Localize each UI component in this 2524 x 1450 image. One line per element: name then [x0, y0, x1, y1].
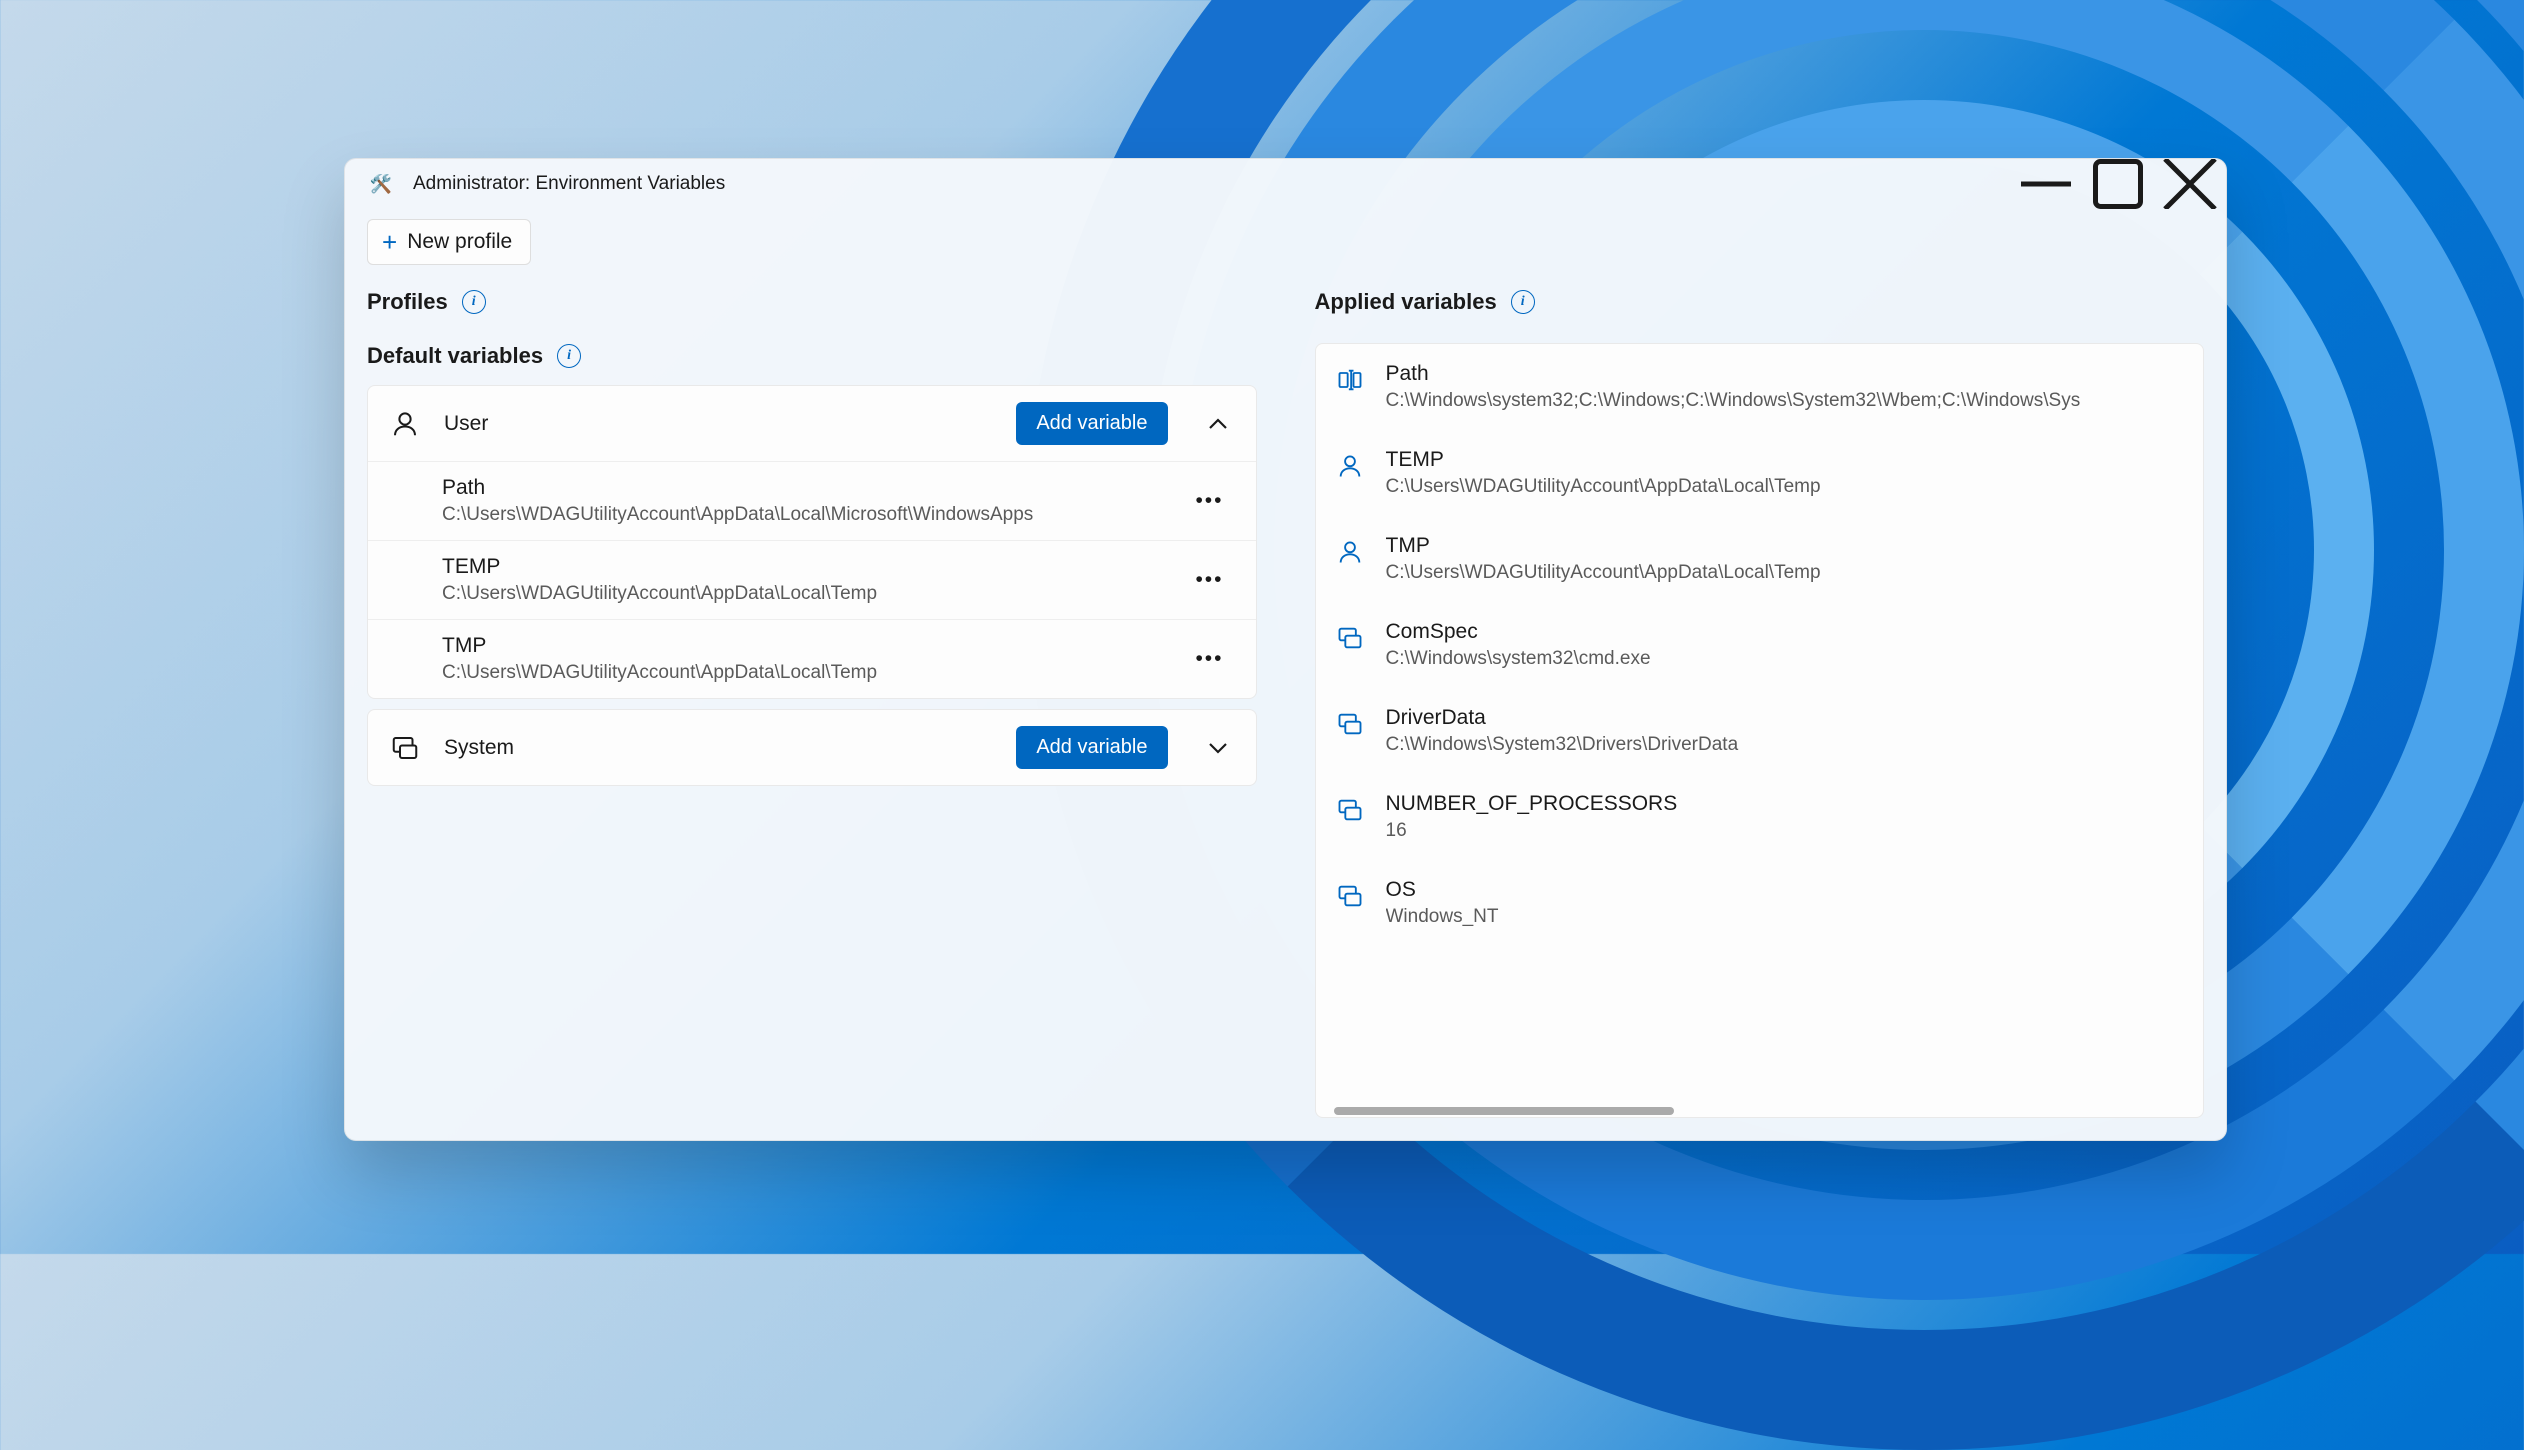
applied-variable-name: OS	[1386, 878, 2180, 902]
info-icon[interactable]: i	[1511, 290, 1535, 314]
applied-variable-value: C:\Users\WDAGUtilityAccount\AppData\Loca…	[1386, 562, 2180, 584]
system-group-label: System	[444, 736, 992, 760]
app-window: 🛠️ Administrator: Environment Variables …	[344, 158, 2227, 1141]
user-group-label: User	[444, 412, 992, 436]
variable-value: C:\Users\WDAGUtilityAccount\AppData\Loca…	[442, 504, 1185, 526]
add-variable-system-button[interactable]: Add variable	[1016, 726, 1167, 769]
add-variable-user-button[interactable]: Add variable	[1016, 402, 1167, 445]
user-icon	[1336, 452, 1364, 480]
more-options-button[interactable]: •••	[1185, 562, 1233, 598]
more-options-button[interactable]: •••	[1185, 641, 1233, 677]
applied-variable-row[interactable]: OS Windows_NT	[1316, 860, 2204, 946]
applied-variable-name: DriverData	[1386, 706, 2180, 730]
variable-name: TMP	[442, 634, 1185, 658]
variable-row[interactable]: TEMP C:\Users\WDAGUtilityAccount\AppData…	[368, 540, 1256, 619]
applied-variable-row[interactable]: TEMP C:\Users\WDAGUtilityAccount\AppData\…	[1316, 430, 2204, 516]
variable-value: C:\Users\WDAGUtilityAccount\AppData\Loca…	[442, 662, 1185, 684]
applied-column: Applied variables i Path C:\Windows\syste…	[1315, 289, 2205, 1118]
info-icon[interactable]: i	[557, 344, 581, 368]
profiles-heading: Profiles	[367, 289, 448, 315]
user-icon	[1336, 538, 1364, 566]
variable-row[interactable]: Path C:\Users\WDAGUtilityAccount\AppData…	[368, 461, 1256, 540]
variable-name: Path	[442, 476, 1185, 500]
rename-icon	[1336, 366, 1364, 394]
applied-variables-panel[interactable]: Path C:\Windows\system32;C:\Windows;C:\Wi…	[1315, 343, 2205, 1118]
applied-variables-heading: Applied variables	[1315, 289, 1497, 315]
new-profile-label: New profile	[407, 230, 512, 254]
applied-variable-name: Path	[1386, 362, 2180, 386]
plus-icon: +	[382, 229, 397, 255]
system-icon	[1336, 796, 1364, 824]
chevron-up-icon[interactable]	[1202, 408, 1234, 440]
default-variables-heading: Default variables	[367, 343, 543, 369]
chevron-down-icon[interactable]	[1202, 732, 1234, 764]
applied-variable-name: ComSpec	[1386, 620, 2180, 644]
variable-value: C:\Users\WDAGUtilityAccount\AppData\Loca…	[442, 583, 1185, 605]
applied-variable-row[interactable]: ComSpec C:\Windows\system32\cmd.exe	[1316, 602, 2204, 688]
new-profile-button[interactable]: + New profile	[367, 219, 531, 265]
applied-variable-row[interactable]: Path C:\Windows\system32;C:\Windows;C:\Wi…	[1316, 344, 2204, 430]
system-icon	[1336, 710, 1364, 738]
maximize-button[interactable]	[2082, 159, 2154, 209]
horizontal-scrollbar[interactable]	[1334, 1107, 1674, 1115]
applied-variable-value: C:\Windows\system32;C:\Windows;C:\Window…	[1386, 390, 2180, 412]
close-button[interactable]	[2154, 159, 2226, 209]
app-icon: 🛠️	[369, 172, 393, 196]
user-group-header[interactable]: User Add variable	[368, 386, 1256, 461]
applied-variable-value: C:\Users\WDAGUtilityAccount\AppData\Loca…	[1386, 476, 2180, 498]
applied-variable-value: C:\Windows\system32\cmd.exe	[1386, 648, 2180, 670]
applied-variable-row[interactable]: NUMBER_OF_PROCESSORS 16	[1316, 774, 2204, 860]
system-group-card: System Add variable	[367, 709, 1257, 786]
variable-row[interactable]: TMP C:\Users\WDAGUtilityAccount\AppData\…	[368, 619, 1256, 698]
more-options-button[interactable]: •••	[1185, 483, 1233, 519]
system-icon	[1336, 882, 1364, 910]
minimize-button[interactable]	[2010, 159, 2082, 209]
system-group-header[interactable]: System Add variable	[368, 710, 1256, 785]
titlebar[interactable]: 🛠️ Administrator: Environment Variables	[345, 159, 2226, 209]
window-title: Administrator: Environment Variables	[413, 173, 2010, 195]
toolbar: + New profile	[345, 209, 2226, 289]
profiles-column: Profiles i Default variables i User Add …	[367, 289, 1257, 1118]
applied-variable-row[interactable]: DriverData C:\Windows\System32\Drivers\Dr…	[1316, 688, 2204, 774]
applied-variable-value: Windows_NT	[1386, 906, 2180, 928]
applied-variable-value: 16	[1386, 820, 2180, 842]
system-icon	[390, 733, 420, 763]
applied-variable-row[interactable]: TMP C:\Users\WDAGUtilityAccount\AppData\L…	[1316, 516, 2204, 602]
system-icon	[1336, 624, 1364, 652]
user-group-card: User Add variable Path C:\Users\WDAGUtil…	[367, 385, 1257, 699]
variable-name: TEMP	[442, 555, 1185, 579]
applied-variable-name: TEMP	[1386, 448, 2180, 472]
applied-variable-name: TMP	[1386, 534, 2180, 558]
applied-variable-name: NUMBER_OF_PROCESSORS	[1386, 792, 2180, 816]
user-icon	[390, 409, 420, 439]
applied-variable-value: C:\Windows\System32\Drivers\DriverData	[1386, 734, 2180, 756]
info-icon[interactable]: i	[462, 290, 486, 314]
